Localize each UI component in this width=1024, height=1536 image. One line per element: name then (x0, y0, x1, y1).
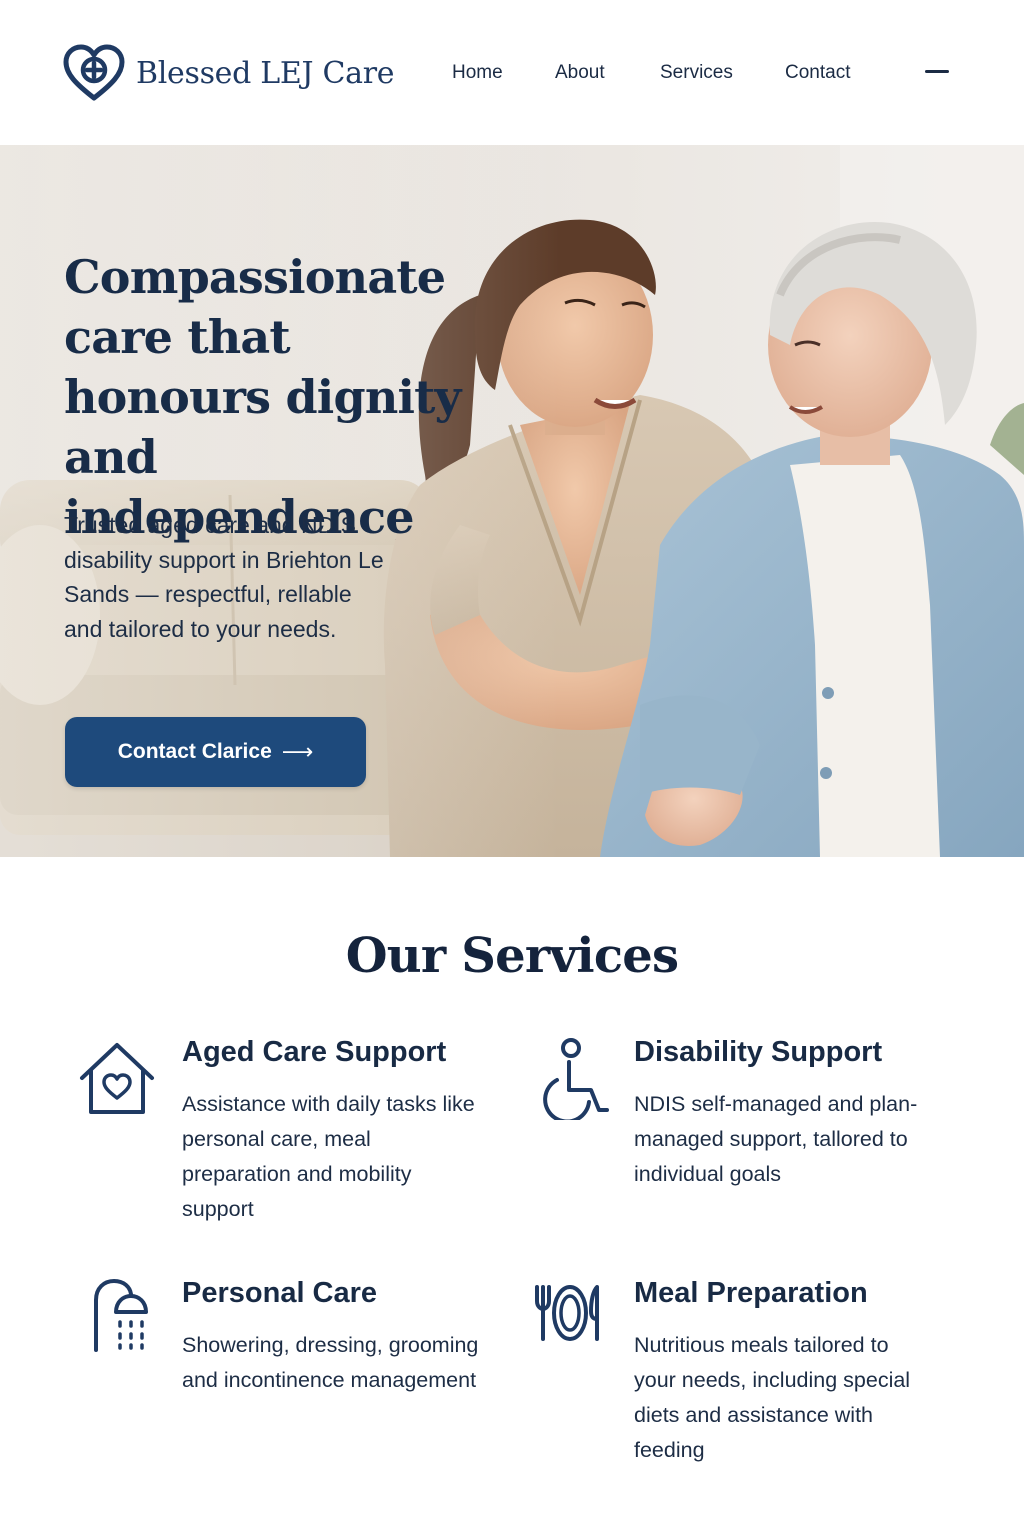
nav-about[interactable]: About (555, 62, 605, 84)
menu-icon[interactable] (925, 62, 949, 80)
contact-clarice-button[interactable]: Contact Clarice ⟶ (65, 717, 366, 787)
services-heading: Our Services (345, 928, 679, 984)
nav-home[interactable]: Home (452, 62, 503, 84)
cta-label: Contact Clarice (117, 740, 272, 763)
service-title-aged-care: Aged Care Support (182, 1036, 447, 1068)
arrow-right-icon: ⟶ (281, 739, 314, 764)
heart-plus-icon (63, 44, 125, 101)
service-title-meal-prep: Meal Preparation (634, 1277, 868, 1309)
service-desc-meal-prep: Nutritious meals tailored to your needs,… (634, 1333, 911, 1462)
shower-icon (94, 1278, 148, 1352)
brand-name: Blessed LEJ Care (136, 55, 395, 91)
hero-section: Compassionate care that honours dignity … (0, 145, 1024, 857)
nav-services[interactable]: Services (660, 62, 733, 84)
hero-subtitle: Trusted aged care and NDIS disability su… (64, 512, 384, 642)
nav-contact[interactable]: Contact (785, 62, 850, 84)
service-desc-disability: NDIS self-managed and plan-managed suppo… (634, 1092, 918, 1186)
brand-logo[interactable]: Blessed LEJ Care (62, 42, 395, 104)
service-desc-personal-care: Showering, dressing, grooming and incont… (182, 1333, 479, 1392)
service-title-disability: Disability Support (634, 1036, 883, 1068)
wheelchair-icon (543, 1038, 609, 1120)
hero-title: Compassionate care that honours dignity … (64, 250, 461, 544)
site-header: Blessed LEJ Care Home About Services Con… (0, 0, 1024, 145)
service-title-personal-care: Personal Care (182, 1277, 378, 1309)
house-heart-icon (80, 1043, 154, 1114)
service-desc-aged-care: Assistance with daily tasks like persona… (182, 1092, 475, 1221)
plate-cutlery-icon (535, 1285, 599, 1341)
